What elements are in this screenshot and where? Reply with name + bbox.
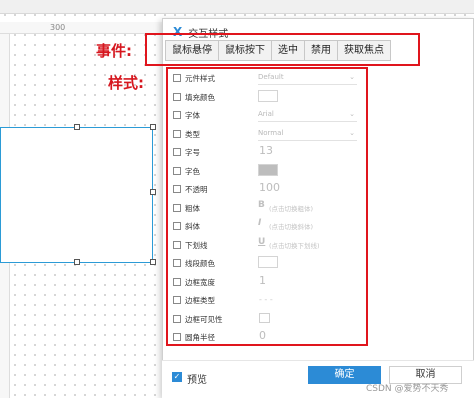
resize-handle[interactable] (150, 189, 156, 195)
styles-annotation: 样式: (108, 74, 144, 92)
resize-handle[interactable] (150, 259, 156, 265)
selected-shape[interactable] (0, 124, 156, 265)
resize-handle[interactable] (74, 259, 80, 265)
ruler-tick-label: 300 (50, 23, 66, 32)
events-highlight-box (145, 33, 420, 66)
resize-handle[interactable] (150, 124, 156, 130)
watermark: CSDN @爱势不天秀 (366, 384, 449, 394)
preview-checkbox[interactable]: ✓ (172, 372, 182, 382)
styles-highlight-box (166, 67, 368, 346)
events-annotation: 事件: (96, 42, 132, 60)
top-toolbar (0, 0, 474, 14)
resize-handle[interactable] (74, 124, 80, 130)
preview-label: 预览 (187, 375, 207, 386)
